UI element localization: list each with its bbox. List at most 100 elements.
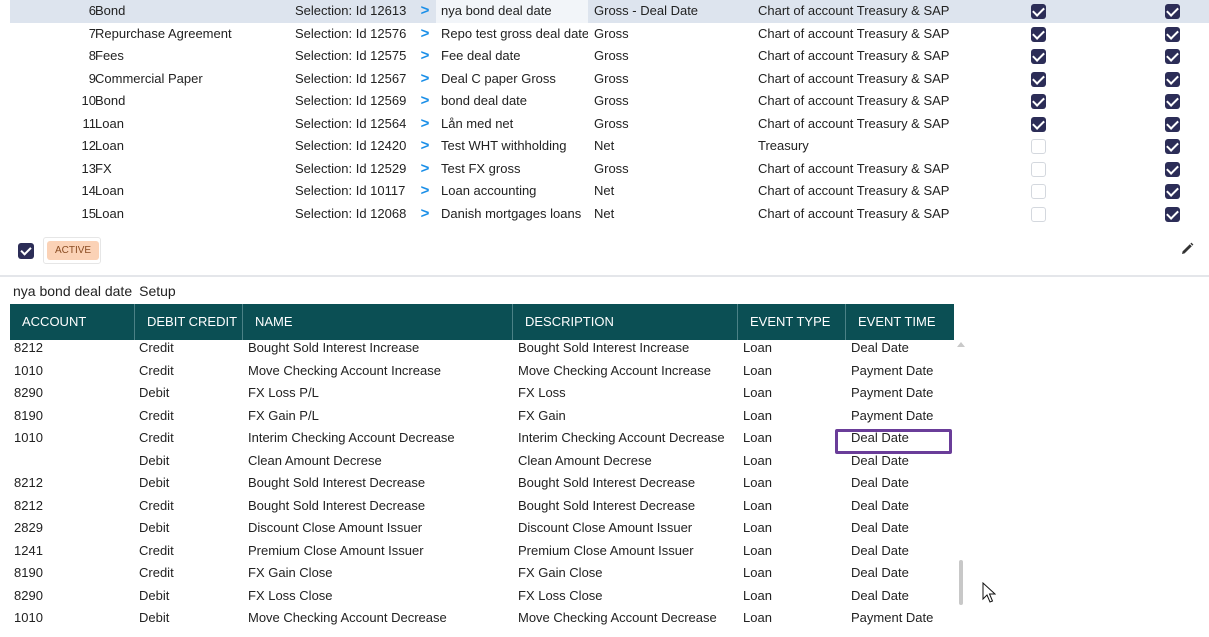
event-time-cell: Payment Date xyxy=(851,362,934,378)
setup-row[interactable]: 8290 Debit FX Loss Close FX Loss Close Loan D… xyxy=(10,585,954,608)
chevron-right-icon[interactable]: > xyxy=(412,0,438,23)
pencil-icon[interactable] xyxy=(1179,241,1195,257)
selection-id: Selection: Id 12567 xyxy=(295,70,407,86)
checkbox-a[interactable] xyxy=(1031,26,1046,42)
chevron-right-icon[interactable]: > xyxy=(412,158,438,181)
account-cell xyxy=(14,450,134,473)
instrument-type: Fees xyxy=(95,48,124,63)
event-time-cell: Deal Date xyxy=(851,475,909,490)
chevron-right-icon[interactable]: > xyxy=(412,90,438,113)
checkbox-b[interactable] xyxy=(1165,49,1180,64)
vertical-scrollbar[interactable] xyxy=(955,340,967,637)
scroll-thumb[interactable] xyxy=(959,560,963,605)
rules-row[interactable]: 14 Loan Selection: Id 10117 > Loan accou… xyxy=(10,180,1209,203)
checkbox-a[interactable] xyxy=(1031,4,1046,19)
setup-row[interactable]: 8290 Debit FX Loss P/L FX Loss Loan Payment D… xyxy=(10,382,954,405)
rules-row[interactable]: 15 Loan Selection: Id 12068 > Danish mor… xyxy=(10,203,1209,226)
event-type-cell: Loan xyxy=(743,565,772,580)
selection-id: Selection: Id 12569 xyxy=(295,93,407,108)
checkbox-b[interactable] xyxy=(1165,26,1180,42)
status-filter[interactable]: ACTIVE xyxy=(43,237,101,264)
setup-row[interactable]: 1241 Credit Premium Close Amount Issuer Pre… xyxy=(10,540,954,563)
column-header-description[interactable]: DESCRIPTION xyxy=(513,304,738,340)
rules-row[interactable]: 6 Bond Selection: Id 12613 > nya bond de… xyxy=(10,0,1209,23)
setup-row[interactable]: 1010 Credit Interim Checking Account Decre… xyxy=(10,427,954,450)
chevron-right-icon[interactable]: > xyxy=(412,135,438,158)
column-header-event-type[interactable]: EVENT TYPE xyxy=(738,304,846,340)
event-time-cell: Deal Date xyxy=(851,587,909,603)
rules-row[interactable]: 9 Commercial Paper Selection: Id 12567 >… xyxy=(10,68,1209,91)
chevron-right-icon[interactable]: > xyxy=(412,113,438,136)
description-cell: FX Loss xyxy=(518,385,566,400)
checkbox-b[interactable] xyxy=(1165,116,1180,132)
checkbox-b[interactable] xyxy=(1165,184,1180,199)
checkbox-a[interactable] xyxy=(1031,71,1046,87)
rules-row[interactable]: 13 FX Selection: Id 12529 > Test FX gros… xyxy=(10,158,1209,181)
checkbox-b[interactable] xyxy=(1165,139,1180,154)
event-type-cell: Loan xyxy=(743,340,772,355)
account-cell: 8190 xyxy=(14,565,43,580)
rules-row[interactable]: 7 Repurchase Agreement Selection: Id 125… xyxy=(10,23,1209,46)
setup-row[interactable]: 2829 Debit Discount Close Amount Issuer Dis… xyxy=(10,517,954,540)
active-checkbox[interactable] xyxy=(18,243,34,259)
debit-credit-cell: Debit xyxy=(139,475,170,490)
instrument-type: Bond xyxy=(95,3,126,18)
chevron-right-icon[interactable]: > xyxy=(412,23,438,46)
setup-row[interactable]: 8212 Credit Bought Sold Interest Decrease B… xyxy=(10,495,954,518)
setup-row[interactable]: 1010 Credit Move Checking Account Increase… xyxy=(10,360,954,383)
name-cell: FX Gain Close xyxy=(248,565,333,580)
rules-row[interactable]: 11 Loan Selection: Id 12564 > Lån med ne… xyxy=(10,113,1209,136)
status-badge: ACTIVE xyxy=(47,241,99,260)
rules-row[interactable]: 10 Bond Selection: Id 12569 > bond deal … xyxy=(10,90,1209,113)
row-number: 8 xyxy=(88,48,96,63)
event-type-cell: Loan xyxy=(743,430,772,445)
checkbox-a[interactable] xyxy=(1031,49,1046,64)
chart-of-account: Chart of account Treasury & SAP xyxy=(758,25,950,41)
checkbox-b[interactable] xyxy=(1165,206,1180,222)
checkbox-a[interactable] xyxy=(1031,139,1046,154)
debit-credit-cell: Credit xyxy=(139,340,174,355)
checkbox-b[interactable] xyxy=(1165,71,1180,87)
checkbox-b[interactable] xyxy=(1165,94,1180,109)
description-cell: Bought Sold Interest Decrease xyxy=(518,475,696,490)
setup-row[interactable]: Debit Clean Amount Decrese Clean Amount De… xyxy=(10,450,954,473)
checkbox-a[interactable] xyxy=(1031,206,1046,222)
chart-of-account: Chart of account Treasury & SAP xyxy=(758,48,950,63)
chevron-right-icon[interactable]: > xyxy=(412,68,438,91)
setup-row[interactable]: 1010 Debit Move Checking Account Decrease M… xyxy=(10,607,954,630)
chevron-right-icon[interactable]: > xyxy=(412,180,438,203)
account-cell: 1010 xyxy=(14,362,43,378)
account-cell: 1010 xyxy=(14,610,43,625)
checkbox-a[interactable] xyxy=(1031,161,1046,177)
debit-credit-cell: Credit xyxy=(139,430,174,445)
setup-row[interactable]: 8190 Credit FX Gain Close FX Gain Close Loan… xyxy=(10,562,954,585)
debit-credit-cell: Credit xyxy=(139,497,174,513)
debit-credit-cell: Credit xyxy=(139,362,174,378)
checkbox-b[interactable] xyxy=(1165,161,1180,177)
setup-row[interactable]: 8212 Credit Bought Sold Interest Increase B… xyxy=(10,337,954,360)
column-header-name[interactable]: NAME xyxy=(243,304,513,340)
chevron-right-icon[interactable]: > xyxy=(412,45,438,68)
setup-grid: ACCOUNT DEBIT CREDIT NAME DESCRIPTION EV… xyxy=(10,304,954,637)
description-cell: FX Gain xyxy=(518,407,566,423)
scroll-up-arrow-icon[interactable] xyxy=(957,342,965,347)
event-time-cell: Deal Date xyxy=(851,542,909,558)
rules-row[interactable]: 12 Loan Selection: Id 12420 > Test WHT w… xyxy=(10,135,1209,158)
checkbox-a[interactable] xyxy=(1031,116,1046,132)
column-header-event-time[interactable]: EVENT TIME xyxy=(846,304,954,340)
setup-row[interactable]: 8190 Credit FX Gain P/L FX Gain Loan Payment … xyxy=(10,405,954,428)
checkbox-b[interactable] xyxy=(1165,4,1180,19)
chevron-right-icon[interactable]: > xyxy=(412,203,438,226)
description-cell: Move Checking Account Increase xyxy=(518,362,711,378)
rules-row[interactable]: 8 Fees Selection: Id 12575 > Fee deal da… xyxy=(10,45,1209,68)
calculation-type: Gross xyxy=(594,93,629,108)
calculation-type: Gross xyxy=(594,160,629,176)
checkbox-a[interactable] xyxy=(1031,184,1046,199)
column-header-debit-credit[interactable]: DEBIT CREDIT xyxy=(135,304,243,340)
setup-row[interactable]: 8212 Debit Bought Sold Interest Decrease Bo… xyxy=(10,472,954,495)
column-header-account[interactable]: ACCOUNT xyxy=(10,304,135,340)
description-cell: FX Gain Close xyxy=(518,565,603,580)
account-cell: 8212 xyxy=(14,497,43,513)
rules-grid: 6 Bond Selection: Id 12613 > nya bond de… xyxy=(10,0,1209,232)
checkbox-a[interactable] xyxy=(1031,94,1046,109)
